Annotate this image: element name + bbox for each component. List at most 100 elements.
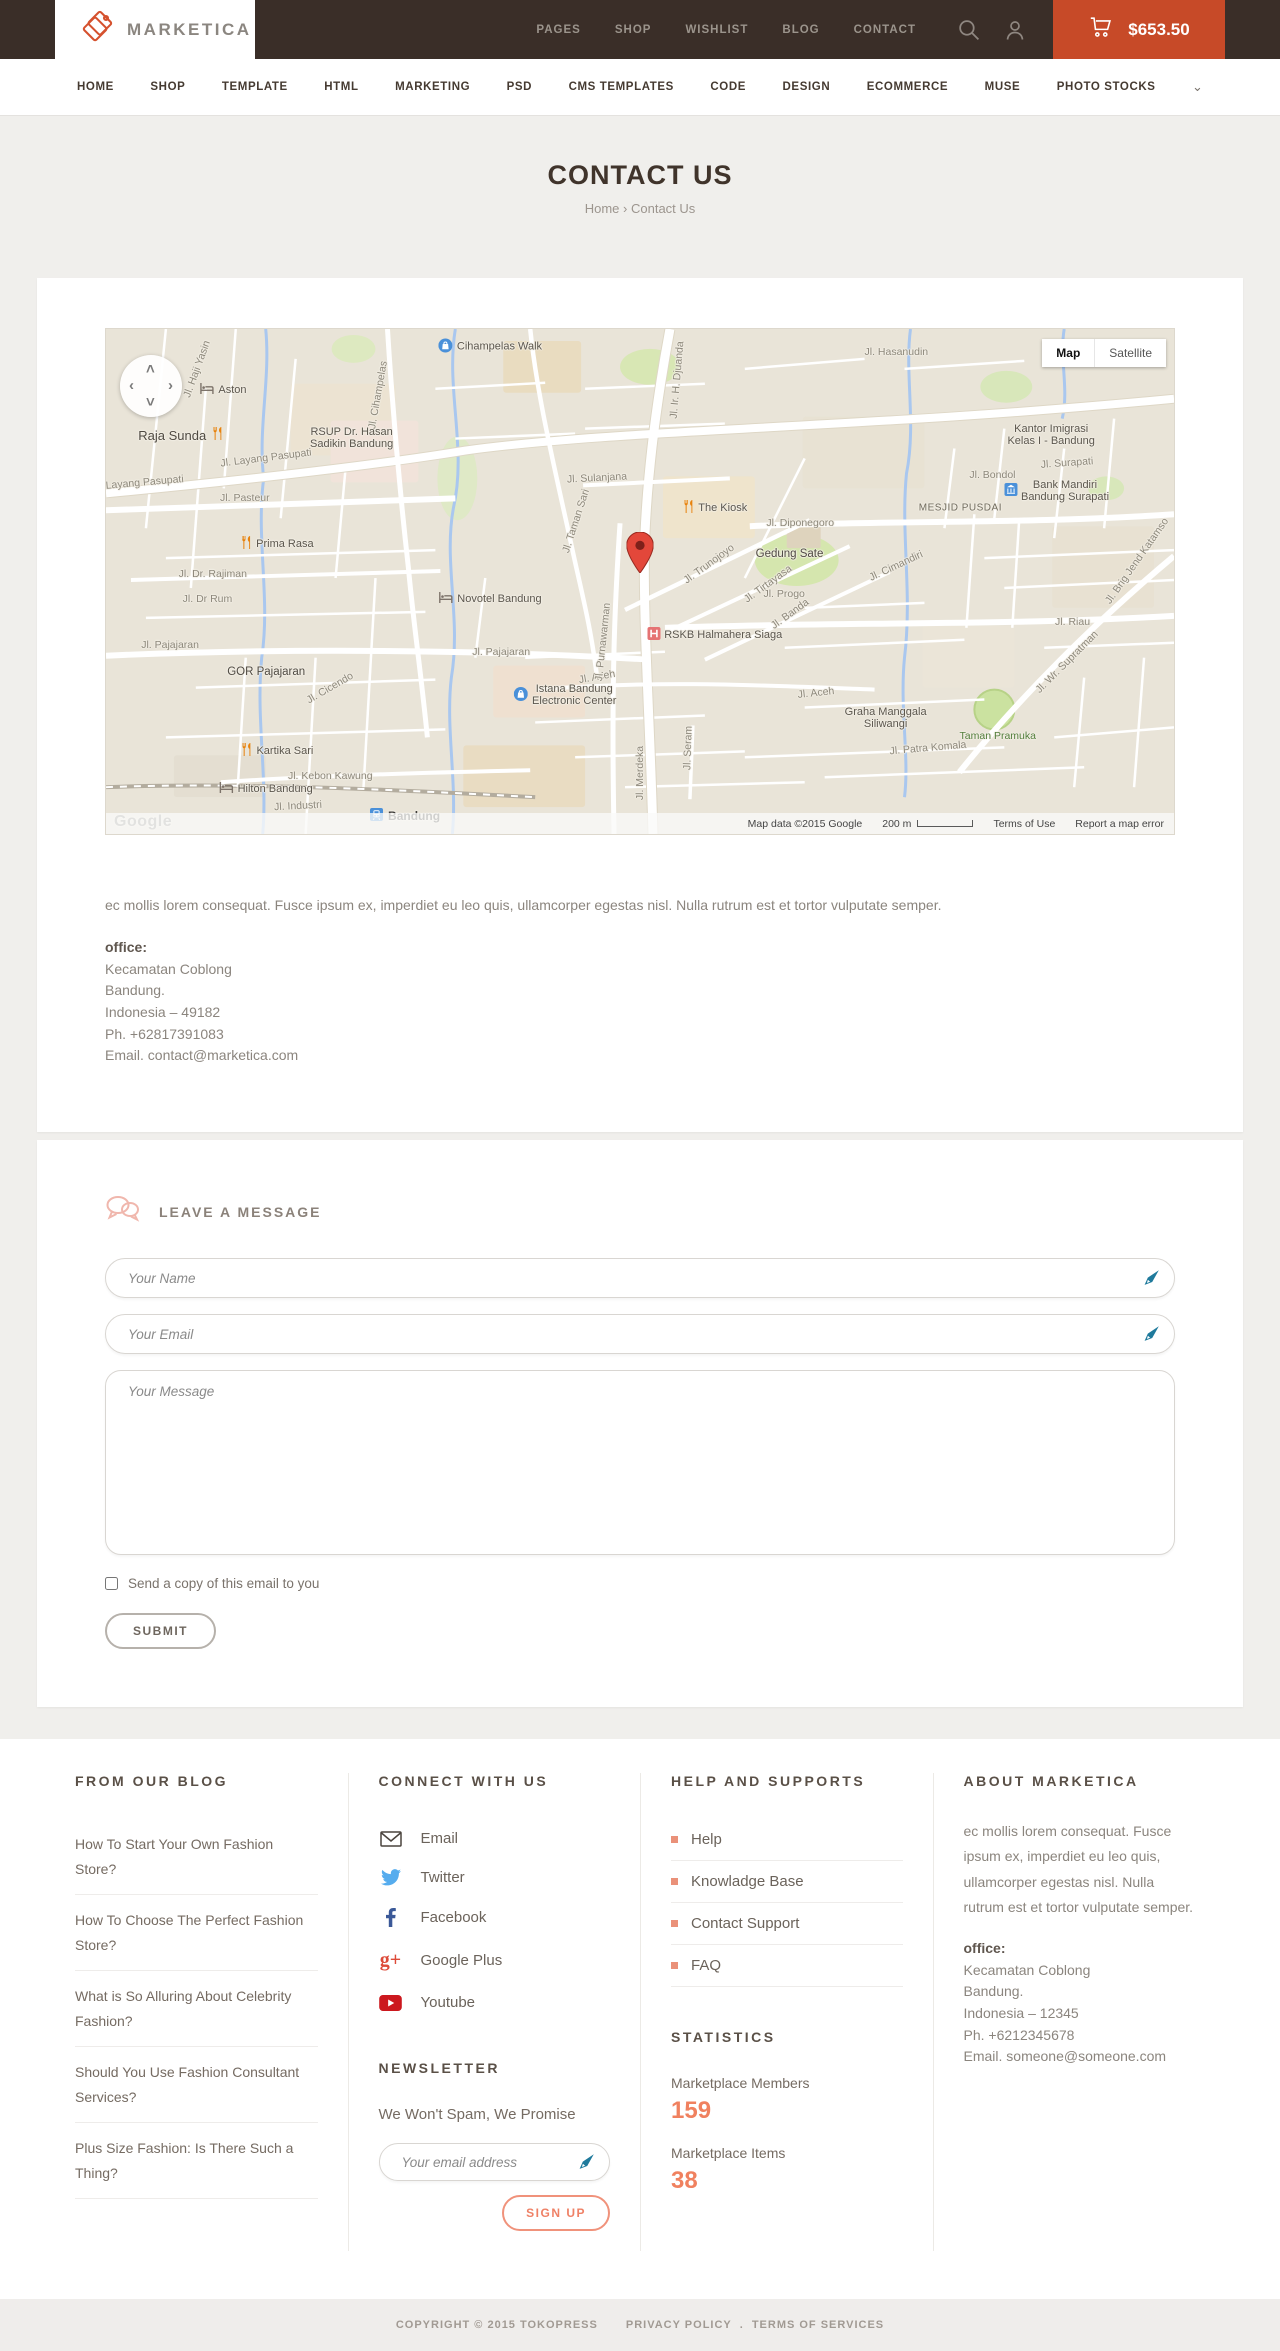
- blog-post-link[interactable]: How To Choose The Perfect Fashion Store?: [75, 1895, 318, 1972]
- about-office-line: Kecamatan Coblong: [963, 1961, 1091, 1978]
- map-label-kartika-sari: Kartika Sari: [240, 742, 313, 759]
- map-label-text: Jl. Pasteur: [220, 492, 270, 505]
- top-nav-blog[interactable]: BLOG: [782, 24, 819, 36]
- map-label-jl-industri: Jl. Industri: [274, 799, 322, 813]
- blog-post-link[interactable]: Plus Size Fashion: Is There Such a Thing…: [75, 2123, 318, 2200]
- newsletter-tagline: We Won't Spam, We Promise: [378, 2106, 576, 2124]
- office-line: Email. contact@marketica.com: [105, 1047, 299, 1064]
- map-label-jl-patra-komala: Jl. Patra Komala: [889, 739, 967, 758]
- name-input[interactable]: [105, 1258, 1175, 1299]
- subnav-code[interactable]: CODE: [710, 81, 746, 93]
- connect-twitter-link[interactable]: Twitter: [379, 1858, 611, 1897]
- breadcrumb-home[interactable]: Home: [585, 201, 620, 216]
- map-label-text: Jl. Progo: [763, 588, 805, 601]
- help-label: Contact Support: [691, 1915, 800, 1933]
- map-pan-control[interactable]: ˄ ˅ ‹ ›: [120, 355, 182, 417]
- subnav-marketing[interactable]: MARKETING: [395, 81, 470, 93]
- restaurant-icon: [211, 427, 223, 443]
- help-knowladge-base-link[interactable]: Knowladge Base: [671, 1861, 903, 1904]
- map-label-jl-brig-jend-katamso: Jl. Brig Jend Katamso: [1102, 516, 1170, 607]
- terms-of-services-link[interactable]: TERMS OF SERVICES: [752, 2319, 884, 2331]
- pan-left-icon[interactable]: ‹: [129, 378, 134, 393]
- help-faq-link[interactable]: FAQ: [671, 1945, 903, 1988]
- bullet-icon: [671, 1878, 678, 1886]
- help-contact-support-link[interactable]: Contact Support: [671, 1903, 903, 1946]
- top-nav-wishlist[interactable]: WISHLIST: [685, 24, 748, 36]
- subnav-ecommerce[interactable]: ECOMMERCE: [867, 81, 948, 93]
- map-type-satellite-button[interactable]: Satellite: [1095, 339, 1166, 367]
- top-nav-shop[interactable]: SHOP: [615, 24, 652, 36]
- search-icon[interactable]: [956, 17, 981, 42]
- blog-post-link[interactable]: Should You Use Fashion Consultant Servic…: [75, 2047, 318, 2124]
- subnav-muse[interactable]: MUSE: [985, 81, 1021, 93]
- google-map[interactable]: Cihampelas Walk Jl. Hasanudin Jl. Haji Yas…: [105, 328, 1175, 835]
- map-label-text: Gedung Sate: [755, 547, 824, 560]
- connect-email-link[interactable]: Email: [379, 1819, 611, 1858]
- subnav-photo-stocks[interactable]: PHOTO STOCKS: [1057, 81, 1156, 93]
- office-line: Ph. +62817391083: [105, 1025, 224, 1042]
- map-label-jl-dr-rum: Jl. Dr Rum: [183, 593, 233, 605]
- submit-button[interactable]: SUBMIT: [105, 1613, 216, 1650]
- map-type-map-button[interactable]: Map: [1042, 339, 1096, 367]
- map-label-text: Jl. Dr Rum: [182, 593, 233, 606]
- send-copy-label: Send a copy of this email to you: [128, 1576, 320, 1592]
- privacy-policy-link[interactable]: PRIVACY POLICY: [626, 2319, 732, 2331]
- message-textarea[interactable]: [105, 1370, 1175, 1556]
- pen-icon: [1143, 1270, 1159, 1291]
- statistics-heading: STATISTICS: [671, 2029, 776, 2046]
- connect-google-plus-link[interactable]: g+ Google Plus: [379, 1938, 611, 1983]
- map-label-text: Aston: [218, 383, 247, 396]
- map-label-jl-layang-pasupati: Jl. Layang Pasupati: [106, 473, 184, 493]
- map-label-text: RSUP Dr. Hasan Sadikin Bandung: [310, 425, 394, 450]
- cart-icon: [1088, 15, 1116, 45]
- pan-down-icon[interactable]: ˅: [146, 395, 155, 410]
- map-label-istana-bandung-electronic-center: Istana Bandung Electronic Center: [514, 683, 616, 707]
- cart-button[interactable]: $653.50: [1053, 0, 1225, 59]
- map-scalebar: 200 m: [882, 818, 974, 830]
- about-office-line: Ph. +6212345678: [963, 2026, 1075, 2043]
- subnav-home[interactable]: HOME: [77, 81, 114, 93]
- footer-connect-column: CONNECT WITH US Email Twitter Facebook g+ Go…: [347, 1773, 641, 2252]
- subnav-html[interactable]: HTML: [324, 81, 358, 93]
- connect-youtube-link[interactable]: Youtube: [379, 1983, 611, 2022]
- brand-logo[interactable]: MARKETICA: [55, 0, 255, 59]
- contact-intro-text: ec mollis lorem consequat. Fusce ipsum e…: [105, 897, 942, 913]
- user-icon[interactable]: [1003, 18, 1027, 42]
- pan-up-icon[interactable]: ˄: [146, 362, 155, 377]
- map-label-jl-sulanjana: Jl. Sulanjana: [567, 470, 628, 485]
- blog-post-link[interactable]: What is So Alluring About Celebrity Fash…: [75, 1971, 318, 2048]
- connect-facebook-link[interactable]: Facebook: [379, 1897, 611, 1938]
- googleplus-icon: g+: [379, 1949, 402, 1972]
- email-input[interactable]: [105, 1314, 1175, 1355]
- report-map-error-link[interactable]: Report a map error: [1075, 818, 1164, 830]
- map-label-jl-pasteur: Jl. Pasteur: [220, 492, 270, 504]
- map-data-credit: Map data ©2015 Google: [747, 817, 863, 830]
- help-help-link[interactable]: Help: [671, 1819, 903, 1862]
- newsletter-email-input[interactable]: [378, 2143, 610, 2182]
- pen-icon: [1143, 1326, 1159, 1347]
- top-nav-contact[interactable]: CONTACT: [854, 24, 916, 36]
- facebook-icon: [379, 1908, 403, 1928]
- map-label-bank-mandiri-bandung-surapati: Bank Mandiri Bandung Surapati: [1003, 479, 1109, 503]
- blog-post-link[interactable]: How To Start Your Own Fashion Store?: [75, 1819, 318, 1896]
- map-label-jl-cicendo: Jl. Cicendo: [305, 669, 356, 705]
- map-label-text: Jl. Surapati: [1040, 454, 1094, 471]
- subnav-template[interactable]: TEMPLATE: [222, 81, 288, 93]
- send-copy-checkbox[interactable]: [105, 1577, 118, 1591]
- subnav-psd[interactable]: PSD: [507, 81, 532, 93]
- map-marker-icon[interactable]: [626, 531, 654, 578]
- map-label-text: Jl. Cihampelas: [366, 359, 391, 430]
- pan-right-icon[interactable]: ›: [168, 378, 173, 393]
- signup-button[interactable]: SIGN UP: [502, 2195, 610, 2232]
- top-nav-pages[interactable]: PAGES: [536, 24, 580, 36]
- subnav-more-icon[interactable]: ⌄: [1192, 79, 1203, 95]
- map-label-text: Jl. Industri: [274, 798, 323, 814]
- twitter-icon: [379, 1869, 403, 1886]
- map-label-text: Taman Pramuka: [959, 729, 1036, 742]
- subnav-cms-templates[interactable]: CMS TEMPLATES: [569, 81, 674, 93]
- map-label-text: Hilton Bandung: [237, 782, 313, 795]
- terms-of-use-link[interactable]: Terms of Use: [993, 818, 1055, 830]
- subnav-design[interactable]: DESIGN: [783, 81, 831, 93]
- subnav-shop[interactable]: SHOP: [150, 81, 185, 93]
- email-icon: [379, 1830, 403, 1847]
